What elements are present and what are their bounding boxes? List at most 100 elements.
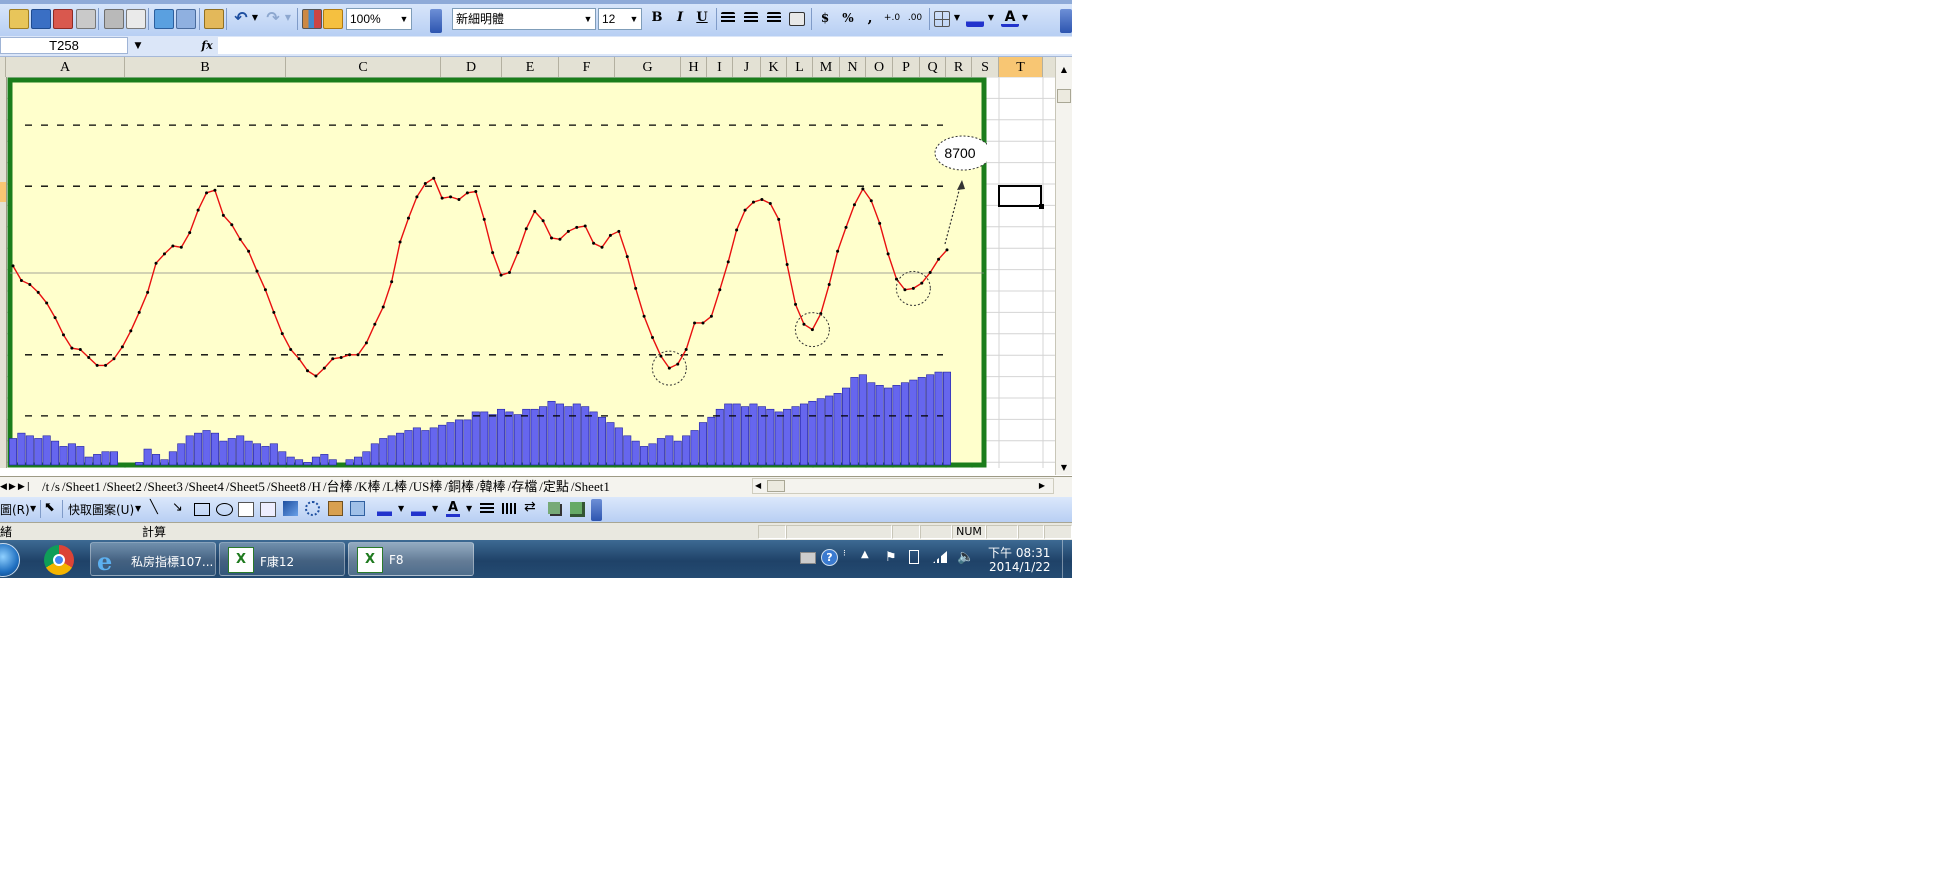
3d-style-icon[interactable] (570, 502, 585, 517)
column-header-I[interactable]: I (707, 57, 733, 77)
start-button[interactable] (0, 543, 20, 577)
show-desktop-button[interactable] (1062, 540, 1072, 578)
font-color-icon[interactable]: A (1001, 9, 1019, 27)
sheet-tab[interactable]: /US棒 (409, 477, 442, 496)
sheet-tab[interactable]: /Sheet5 (226, 477, 265, 496)
language-icon[interactable]: ⁝ (843, 549, 851, 565)
column-header-R[interactable]: R (946, 57, 972, 77)
font-name-combo[interactable]: 新細明體 ▼ (452, 8, 596, 30)
name-box[interactable]: T258 (0, 37, 128, 54)
battery-icon[interactable] (909, 550, 919, 564)
zoom-combo[interactable]: 100% ▼ (346, 8, 412, 30)
underline-button[interactable]: U (693, 9, 711, 27)
open-icon[interactable] (9, 9, 29, 29)
draw-menu-dropdown-icon[interactable]: ▼ (30, 504, 36, 513)
draw-fill-color-icon[interactable] (377, 501, 392, 516)
vertical-scrollbar[interactable]: ▲ ▼ (1055, 57, 1072, 475)
sheet-tab[interactable]: /Sheet1 (571, 477, 610, 496)
toolbar-options-icon[interactable] (430, 9, 442, 33)
column-header-C[interactable]: C (286, 57, 441, 77)
increase-decimal-icon[interactable]: +.0 (883, 9, 901, 27)
draw-font-color-icon[interactable]: A (446, 500, 460, 517)
arrow-style-icon[interactable]: ⇄ (524, 499, 536, 515)
research-icon[interactable] (176, 9, 196, 29)
tab-scroll-buttons[interactable]: ◀▶▶| (0, 480, 40, 494)
arrow-tool-icon[interactable]: ↘ (172, 500, 183, 515)
redo-dropdown-icon[interactable]: ▼ (283, 9, 293, 27)
column-header-P[interactable]: P (893, 57, 920, 77)
column-header-D[interactable]: D (441, 57, 502, 77)
sheet-tab[interactable]: /Sheet4 (185, 477, 224, 496)
fx-button[interactable]: fx (200, 37, 214, 54)
line-tool-icon[interactable]: ╲ (150, 500, 158, 515)
undo-icon[interactable]: ↶ (232, 9, 250, 27)
embedded-chart[interactable]: 8700 (7, 77, 987, 468)
formula-input[interactable] (218, 37, 1072, 54)
autoshapes-dropdown-icon[interactable]: ▼ (135, 504, 141, 513)
drawing-toggle-icon[interactable] (323, 9, 343, 29)
dash-style-icon[interactable] (502, 503, 516, 514)
taskbar-button-excel-1[interactable]: X F康12 (219, 542, 345, 576)
column-header-Q[interactable]: Q (920, 57, 946, 77)
save-icon[interactable] (31, 9, 51, 29)
clipart-icon[interactable] (328, 501, 343, 516)
permission-icon[interactable] (53, 9, 73, 29)
format-painter-icon[interactable] (204, 9, 224, 29)
textbox-tool-icon[interactable] (238, 502, 254, 517)
draw-font-color-dropdown-icon[interactable]: ▼ (466, 504, 472, 513)
decrease-decimal-icon[interactable]: .00 (906, 9, 924, 27)
column-header-J[interactable]: J (733, 57, 761, 77)
draw-menu[interactable]: 圖(R) (0, 501, 30, 518)
line-color-dropdown-icon[interactable]: ▼ (432, 504, 438, 513)
horizontal-scroll-thumb[interactable] (767, 480, 785, 492)
sheet-tab[interactable]: /Sheet3 (144, 477, 183, 496)
font-color-dropdown-icon[interactable]: ▼ (1020, 9, 1030, 27)
autoshapes-menu[interactable]: 快取圖案(U) (68, 501, 134, 518)
sheet-tab[interactable]: /s (51, 477, 60, 496)
line-style-icon[interactable] (480, 503, 494, 514)
sheet-tab[interactable]: /L棒 (383, 477, 408, 496)
bold-button[interactable]: B (648, 9, 666, 27)
align-right-icon[interactable] (767, 12, 781, 24)
clock-time[interactable]: 下午 08:31 (988, 544, 1050, 561)
column-header-E[interactable]: E (502, 57, 559, 77)
keyboard-icon[interactable] (800, 552, 816, 564)
active-cell[interactable] (998, 185, 1042, 207)
draw-toolbar-options-icon[interactable] (591, 499, 602, 521)
column-header-H[interactable]: H (681, 57, 707, 77)
scroll-up-icon[interactable]: ▲ (1059, 65, 1069, 75)
sheet-tab[interactable]: /定點 (539, 477, 569, 496)
scroll-down-icon[interactable]: ▼ (1059, 463, 1069, 473)
selected-row-header[interactable] (0, 182, 6, 202)
column-header-S[interactable]: S (972, 57, 999, 77)
align-left-icon[interactable] (721, 12, 735, 24)
spelling-icon[interactable] (154, 9, 174, 29)
percent-button[interactable]: % (839, 9, 857, 27)
sheet-tab[interactable]: /H (308, 477, 321, 496)
borders-dropdown-icon[interactable]: ▼ (952, 9, 962, 27)
undo-dropdown-icon[interactable]: ▼ (250, 9, 260, 27)
fill-color-icon[interactable] (966, 9, 984, 27)
select-objects-icon[interactable]: ⬉ (44, 500, 55, 515)
action-center-icon[interactable]: ⚑ (885, 550, 897, 565)
draw-fill-dropdown-icon[interactable]: ▼ (398, 504, 404, 513)
taskbar-button-ie[interactable]: e 私房指標107... (90, 542, 216, 576)
shadow-style-icon[interactable] (548, 502, 560, 514)
column-header-F[interactable]: F (559, 57, 615, 77)
scroll-left-icon[interactable]: ◀ (755, 480, 761, 492)
diagram-icon[interactable] (305, 501, 320, 516)
zoom-dropdown-icon[interactable]: ▼ (397, 9, 411, 29)
currency-button[interactable]: $ (816, 9, 834, 27)
redo-icon[interactable]: ↷ (264, 9, 282, 27)
sheet-tab[interactable]: /韓棒 (476, 477, 506, 496)
volume-icon[interactable]: 🔈 (957, 549, 974, 565)
column-header-A[interactable]: A (6, 57, 125, 77)
column-header-K[interactable]: K (761, 57, 787, 77)
sheet-tab[interactable]: /Sheet8 (267, 477, 306, 496)
scroll-right-icon[interactable]: ▶ (1039, 480, 1045, 492)
horizontal-scrollbar[interactable]: ◀ ▶ (752, 478, 1054, 494)
show-hidden-icons[interactable]: ▲ (861, 549, 869, 560)
insert-picture-icon[interactable] (350, 501, 365, 516)
vertical-textbox-icon[interactable] (260, 502, 276, 517)
sheet-tab[interactable]: /存檔 (508, 477, 538, 496)
